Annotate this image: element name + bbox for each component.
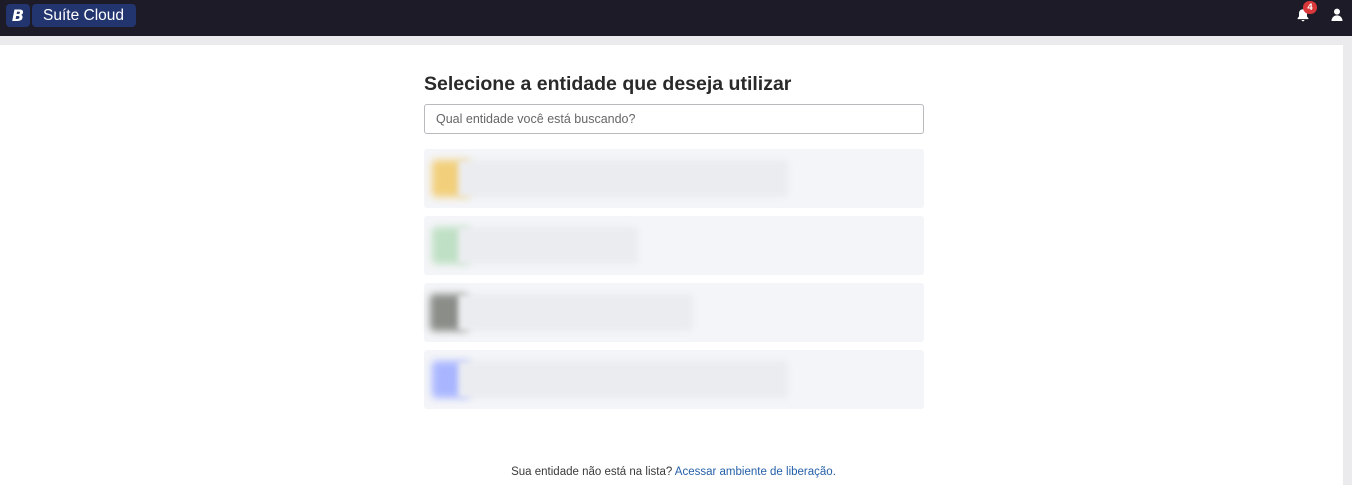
user-icon[interactable] [1331, 8, 1343, 21]
app-name[interactable]: Suíte Cloud [32, 4, 136, 27]
release-environment-link[interactable]: Acessar ambiente de liberação. [675, 466, 836, 478]
entity-list [424, 149, 924, 417]
entity-item[interactable] [424, 149, 924, 208]
entity-item[interactable] [424, 283, 924, 342]
footer-note: Sua entidade não está na lista? Acessar … [0, 466, 1347, 478]
entity-name-redacted [458, 294, 693, 331]
entity-name-redacted [458, 227, 638, 264]
footer-text: Sua entidade não está na lista? [511, 466, 673, 478]
entity-search-input[interactable] [424, 104, 924, 134]
entity-name-redacted [458, 160, 788, 197]
brand[interactable]: B Suíte Cloud [6, 4, 136, 27]
main-panel: Selecione a entidade que deseja utilizar… [0, 45, 1343, 485]
entity-item[interactable] [424, 216, 924, 275]
top-navbar: B Suíte Cloud 4 [0, 0, 1352, 36]
notification-badge[interactable]: 4 [1303, 1, 1317, 14]
page-title: Selecione a entidade que deseja utilizar [424, 73, 792, 95]
entity-name-redacted [458, 361, 788, 398]
entity-item[interactable] [424, 350, 924, 409]
brand-logo[interactable]: B [6, 4, 30, 27]
